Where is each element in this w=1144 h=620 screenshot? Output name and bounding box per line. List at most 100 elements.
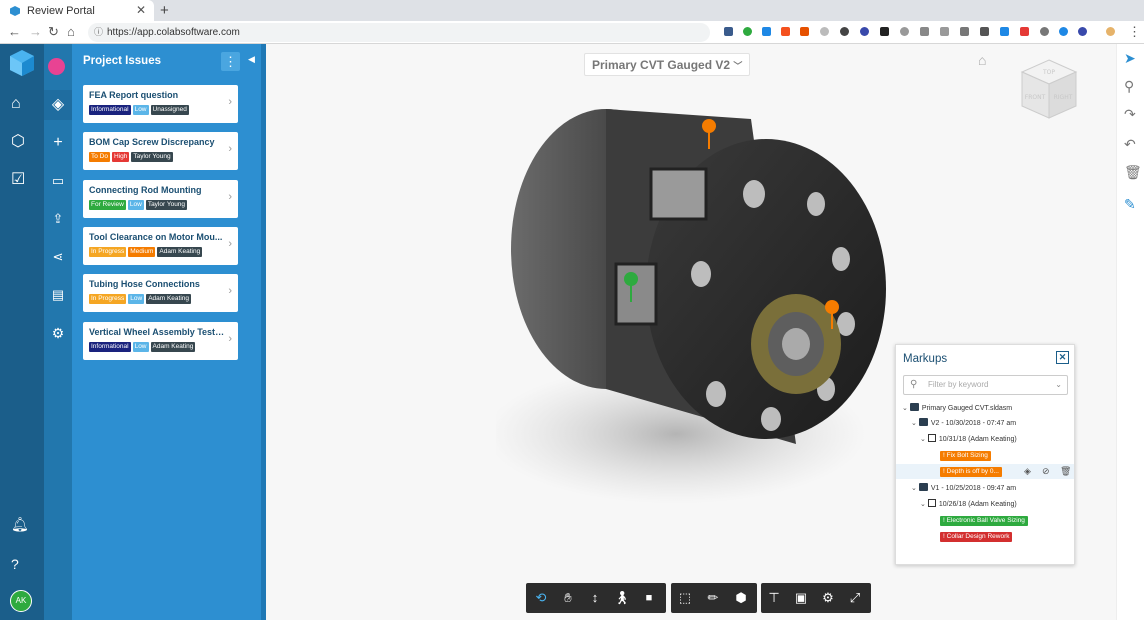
new-tab-icon[interactable]: +: [160, 2, 169, 19]
measure-ruler-icon[interactable]: ✏: [703, 588, 723, 608]
explode-icon[interactable]: ⬢: [731, 588, 751, 608]
issue-card[interactable]: Vertical Wheel Assembly Testi... Informat…: [83, 321, 238, 360]
share-icon[interactable]: ⋖: [48, 247, 68, 267]
filter-input[interactable]: ⚲ Filter by keyword ⌄: [903, 375, 1068, 395]
markup-item[interactable]: ! Collar Design Rework: [940, 530, 1013, 543]
markup-badge: ! Depth is off by 0...: [940, 467, 1002, 477]
collapse-panel-icon[interactable]: ◀: [248, 54, 255, 65]
delete-icon[interactable]: 🗑︎: [1060, 466, 1071, 477]
markup-item[interactable]: ! Electronic Ball Valve Sizing: [940, 514, 1028, 527]
layers-icon[interactable]: ◈: [48, 95, 68, 115]
extension-icon[interactable]: [820, 27, 829, 36]
help-icon[interactable]: ?: [11, 554, 19, 574]
tree-author-v2[interactable]: ⌄ 10/31/18 (Adam Keating): [920, 433, 1017, 446]
project-color-icon[interactable]: [48, 58, 65, 75]
status-badge: In Progress: [89, 246, 127, 257]
markup-item[interactable]: ! Fix Bolt Sizing: [940, 449, 991, 462]
view-cube[interactable]: TOP FRONT RIGHT: [1018, 56, 1080, 124]
reload-icon[interactable]: ↻: [48, 24, 59, 40]
issue-title: BOM Cap Screw Discrepancy: [89, 137, 215, 148]
browser-tab[interactable]: Review Portal ✕: [0, 0, 154, 21]
extension-icon[interactable]: [920, 27, 929, 36]
extension-icon[interactable]: [840, 27, 849, 36]
cvt-model-render[interactable]: [496, 74, 916, 514]
extension-icon[interactable]: [980, 27, 989, 36]
extension-icon[interactable]: [1000, 27, 1009, 36]
issue-card[interactable]: FEA Report question Informational Low Unass…: [83, 85, 238, 123]
walk-person-icon[interactable]: 🚶︎: [612, 588, 632, 608]
clipboard-icon[interactable]: ▤: [48, 285, 68, 305]
browser-menu-icon[interactable]: ⋮: [1128, 24, 1141, 40]
extension-icon[interactable]: [860, 27, 869, 36]
extension-icon[interactable]: [762, 27, 771, 36]
issue-card[interactable]: BOM Cap Screw Discrepancy To Do High Taylor…: [83, 132, 238, 171]
tree-version-v1[interactable]: ⌄ V1 - 10/25/2018 - 09:47 am: [911, 482, 1016, 495]
tree-author-v1[interactable]: ⌄ 10/26/18 (Adam Keating): [920, 498, 1017, 511]
extension-icon[interactable]: [724, 27, 733, 36]
address-bar[interactable]: ⓘ https://app.colabsoftware.com: [88, 23, 710, 42]
undo-icon[interactable]: ↶: [1124, 136, 1136, 153]
markups-title: Markups: [903, 353, 948, 365]
markup-item[interactable]: ! Depth is off by 0...: [940, 465, 1002, 478]
issue-card[interactable]: Tool Clearance on Motor Mou... In Progres…: [83, 226, 238, 265]
issue-title: FEA Report question: [89, 90, 179, 100]
close-markups-icon[interactable]: ✕: [1056, 351, 1069, 364]
back-icon[interactable]: ←: [8, 24, 21, 39]
chevron-right-icon: ›: [228, 237, 232, 250]
extension-icon[interactable]: [781, 27, 790, 36]
tree-version-v2[interactable]: ⌄ V2 - 10/30/2018 - 07:47 am: [911, 417, 1016, 430]
avatar[interactable]: AK: [10, 590, 32, 612]
orbit-icon[interactable]: ⟲: [531, 588, 551, 608]
markup-edit-icon[interactable]: ✎: [1124, 196, 1136, 213]
issue-card[interactable]: Tubing Hose Connections In Progress Low Ada…: [83, 274, 238, 313]
home-icon[interactable]: ⌂: [11, 94, 21, 114]
upload-icon[interactable]: ⇪: [48, 209, 68, 229]
redo-icon[interactable]: ↷: [1124, 106, 1136, 123]
fullscreen-icon[interactable]: ⤢: [845, 588, 865, 608]
tab-close-icon[interactable]: ✕: [136, 3, 146, 17]
extension-icon[interactable]: [880, 27, 889, 36]
extension-icon[interactable]: [1020, 27, 1029, 36]
settings-gear-icon[interactable]: ⚙: [48, 323, 68, 343]
pan-hand-icon[interactable]: ✋︎: [558, 588, 578, 608]
hide-icon[interactable]: ⊘: [1042, 466, 1050, 477]
markup-pin[interactable]: [624, 272, 638, 286]
model-title: Primary CVT Gauged V2: [592, 58, 731, 72]
markup-pin[interactable]: [702, 119, 716, 133]
extension-icon[interactable]: [1040, 27, 1049, 36]
viewer-home-icon[interactable]: ⌂: [978, 52, 986, 68]
tasks-check-icon[interactable]: ☑: [11, 170, 25, 190]
properties-icon[interactable]: ▣: [791, 588, 811, 608]
extension-icon[interactable]: [1059, 27, 1068, 36]
trash-icon[interactable]: 🗑︎: [1124, 164, 1142, 181]
tree-author-label: 10/26/18 (Adam Keating): [938, 501, 1017, 508]
folder-icon[interactable]: ▭: [48, 171, 68, 191]
cube-icon[interactable]: ⬡: [11, 132, 25, 152]
panel-menu-icon[interactable]: ⋮: [221, 52, 240, 71]
camera-icon[interactable]: ■: [639, 588, 659, 608]
select-cursor-icon[interactable]: ➤: [1124, 50, 1136, 67]
extension-icon[interactable]: [1078, 27, 1087, 36]
extension-icon[interactable]: [900, 27, 909, 36]
settings-gear-icon[interactable]: ⚙: [818, 588, 838, 608]
extension-icon[interactable]: [800, 27, 809, 36]
add-icon[interactable]: +: [48, 133, 68, 153]
profile-icon[interactable]: [1106, 27, 1115, 36]
bell-icon[interactable]: 🔔︎: [11, 514, 29, 534]
extension-icon[interactable]: [960, 27, 969, 36]
extension-icon[interactable]: [940, 27, 949, 36]
model-tree-icon[interactable]: ⊤: [764, 588, 784, 608]
zoom-arrows-icon[interactable]: ↕: [585, 588, 605, 608]
extension-icon[interactable]: [743, 27, 752, 36]
tree-root[interactable]: ⌄ Primary Gauged CVT.sldasm: [902, 402, 1012, 415]
browser-home-icon[interactable]: ⌂: [67, 24, 75, 39]
pin-icon[interactable]: ⚲: [1124, 78, 1134, 95]
layers-icon[interactable]: ◈: [1024, 466, 1031, 477]
markup-pin[interactable]: [825, 300, 839, 314]
model-version-selector[interactable]: Primary CVT Gauged V2 ﹀: [584, 53, 751, 76]
chevron-down-icon: ⌄: [911, 420, 917, 427]
view-settings-toolbar: ⊤ ▣ ⚙ ⤢: [761, 583, 871, 613]
forward-icon[interactable]: →: [29, 24, 42, 39]
issue-card[interactable]: Connecting Rod Mounting For Review Low Tayl…: [83, 179, 238, 218]
section-box-icon[interactable]: ⬚: [675, 588, 695, 608]
